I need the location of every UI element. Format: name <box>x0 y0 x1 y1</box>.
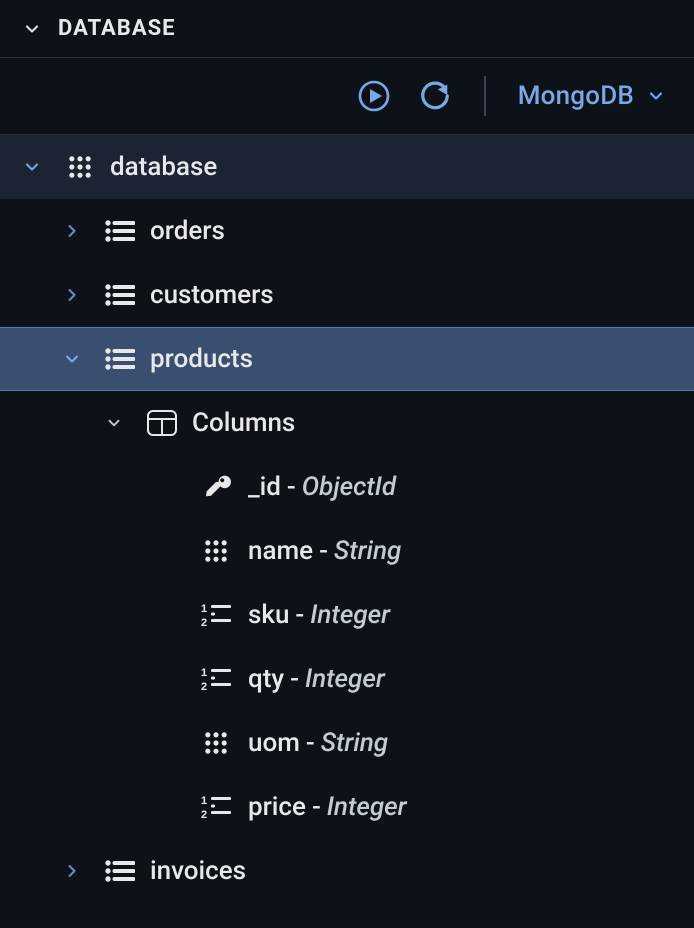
separator: - <box>287 472 296 502</box>
collection-icon <box>100 284 140 306</box>
node-label: customers <box>150 280 274 310</box>
tree-node-columns[interactable]: Columns <box>0 391 694 455</box>
column-name: price <box>248 792 306 822</box>
separator: - <box>290 664 299 694</box>
numbered-list-icon <box>196 667 236 691</box>
chevron-down-icon[interactable] <box>18 157 46 177</box>
column-name: qty <box>248 664 284 694</box>
column-type: Integer <box>327 792 407 822</box>
toolbar: MongoDB <box>0 58 694 135</box>
chevron-down-icon <box>646 86 666 106</box>
node-label: orders <box>150 216 225 246</box>
key-icon <box>196 472 236 502</box>
column-type: String <box>334 536 401 566</box>
collection-icon <box>100 348 140 370</box>
run-query-button[interactable] <box>356 78 392 114</box>
chevron-right-icon[interactable] <box>58 221 86 241</box>
refresh-button[interactable] <box>418 79 452 113</box>
column-type: Integer <box>310 600 390 630</box>
node-label: Columns <box>192 408 295 438</box>
chevron-right-icon[interactable] <box>58 861 86 881</box>
chevron-down-icon[interactable] <box>58 349 86 369</box>
separator: - <box>319 536 328 566</box>
column-row-id[interactable]: _id - ObjectId <box>0 455 694 519</box>
column-name: uom <box>248 728 300 758</box>
engine-label: MongoDB <box>518 81 634 111</box>
collection-icon <box>100 860 140 882</box>
tree-node-orders[interactable]: orders <box>0 199 694 263</box>
collection-icon <box>100 220 140 242</box>
node-label: products <box>150 344 253 374</box>
chevron-down-icon[interactable] <box>100 414 128 432</box>
panel-title: DATABASE <box>58 16 176 41</box>
numbered-list-icon <box>196 603 236 627</box>
tree-node-products[interactable]: products <box>0 327 694 391</box>
separator: - <box>295 600 304 630</box>
chevron-down-icon[interactable] <box>18 19 46 39</box>
column-type: Integer <box>305 664 385 694</box>
column-row-qty[interactable]: qty - Integer <box>0 647 694 711</box>
separator: - <box>312 792 321 822</box>
grid-icon <box>196 537 236 565</box>
column-name: sku <box>248 600 289 630</box>
column-name: _id <box>248 472 281 502</box>
column-row-uom[interactable]: uom - String <box>0 711 694 775</box>
chevron-right-icon[interactable] <box>58 285 86 305</box>
column-type: ObjectId <box>302 472 396 502</box>
numbered-list-icon <box>196 795 236 819</box>
column-type: String <box>321 728 388 758</box>
database-tree: database orders customers <box>0 135 694 903</box>
engine-dropdown[interactable]: MongoDB <box>518 81 666 111</box>
database-icon <box>60 153 100 181</box>
column-row-sku[interactable]: sku - Integer <box>0 583 694 647</box>
column-row-name[interactable]: name - String <box>0 519 694 583</box>
panel-header[interactable]: DATABASE <box>0 0 694 58</box>
tree-node-invoices[interactable]: invoices <box>0 839 694 903</box>
node-label: database <box>110 152 217 182</box>
table-icon <box>142 410 182 436</box>
tree-node-customers[interactable]: customers <box>0 263 694 327</box>
tree-node-database[interactable]: database <box>0 135 694 199</box>
toolbar-separator <box>484 76 486 116</box>
column-name: name <box>248 536 313 566</box>
separator: - <box>306 728 315 758</box>
column-row-price[interactable]: price - Integer <box>0 775 694 839</box>
grid-icon <box>196 729 236 757</box>
node-label: invoices <box>150 856 246 886</box>
